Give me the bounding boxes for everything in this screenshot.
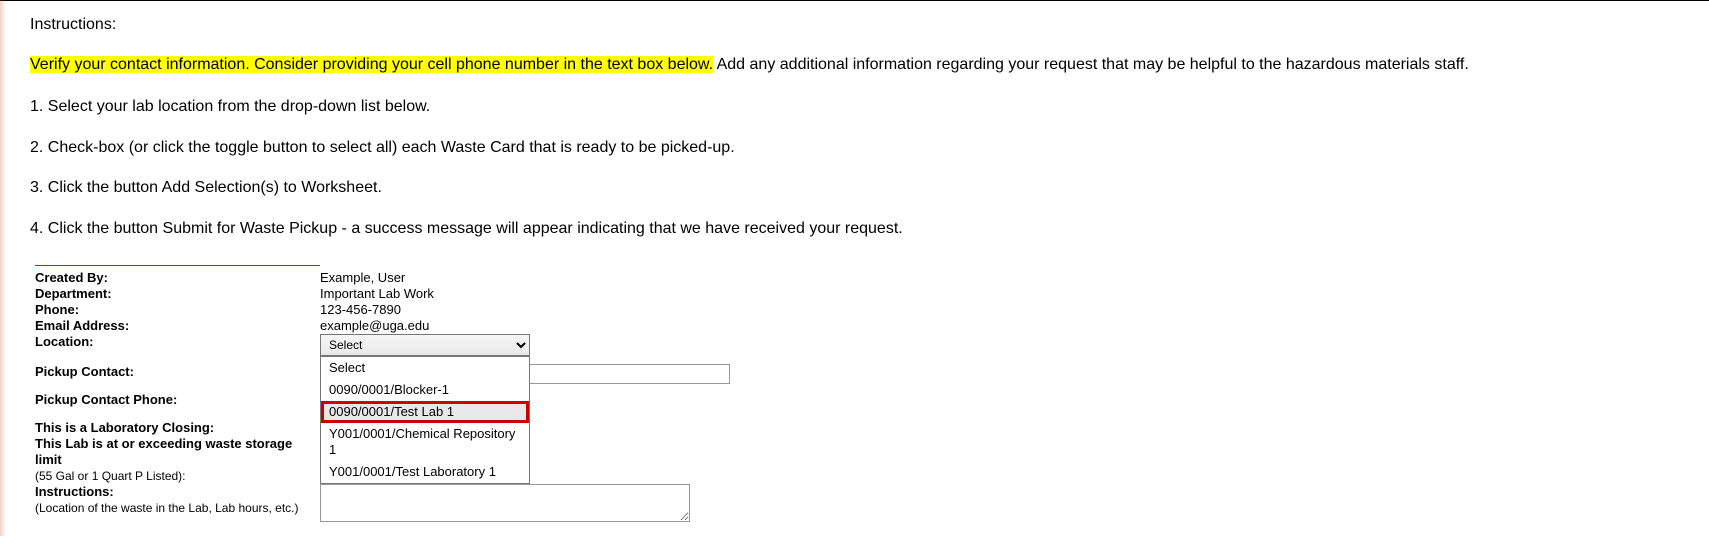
row-location: Location: Select Select 0090/0001/Blocke… <box>35 334 1679 356</box>
step-4: 4. Click the button Submit for Waste Pic… <box>30 218 1679 240</box>
location-select[interactable]: Select <box>320 334 530 356</box>
row-department: Department: Important Lab Work <box>35 286 1679 302</box>
label-pickup-phone: Pickup Contact Phone: <box>35 392 320 408</box>
row-instructions: Instructions: (Location of the waste in … <box>35 484 1679 526</box>
row-lab-closing: This is a Laboratory Closing: <box>35 420 1679 436</box>
label-storage-limit: This Lab is at or exceeding waste storag… <box>35 436 320 484</box>
location-option-select[interactable]: Select <box>321 357 529 379</box>
label-email: Email Address: <box>35 318 320 334</box>
instructions-header: Instructions: <box>30 16 1679 34</box>
row-pickup-contact: Pickup Contact: <box>35 364 1679 384</box>
label-storage-limit-main: This Lab is at or exceeding waste storag… <box>35 436 292 467</box>
label-instructions-sub: (Location of the waste in the Lab, Lab h… <box>35 501 299 515</box>
row-email: Email Address: example@uga.edu <box>35 318 1679 334</box>
step-1: 1. Select your lab location from the dro… <box>30 96 1679 118</box>
instructions-textarea[interactable] <box>320 484 690 522</box>
page-container: Instructions: Verify your contact inform… <box>0 0 1709 556</box>
red-divider <box>35 265 320 266</box>
row-created-by: Created By: Example, User <box>35 270 1679 286</box>
row-storage-limit: This Lab is at or exceeding waste storag… <box>35 436 1679 484</box>
location-option-test-laboratory[interactable]: Y001/0001/Test Laboratory 1 <box>321 461 529 483</box>
location-option-chemical-repo[interactable]: Y001/0001/Chemical Repository 1 <box>321 423 529 461</box>
intro-rest: Add any additional information regarding… <box>713 56 1469 73</box>
label-created-by: Created By: <box>35 270 320 286</box>
value-location: Select Select 0090/0001/Blocker-1 0090/0… <box>320 334 530 356</box>
label-location: Location: <box>35 334 320 350</box>
step-2: 2. Check-box (or click the toggle button… <box>30 137 1679 159</box>
intro-highlight: Verify your contact information. Conside… <box>30 56 713 73</box>
location-option-blocker[interactable]: 0090/0001/Blocker-1 <box>321 379 529 401</box>
value-created-by: Example, User <box>320 270 405 286</box>
row-pickup-phone: Pickup Contact Phone: <box>35 392 1679 412</box>
label-department: Department: <box>35 286 320 302</box>
value-instructions <box>320 484 690 526</box>
step-3: 3. Click the button Add Selection(s) to … <box>30 177 1679 199</box>
label-pickup-contact: Pickup Contact: <box>35 364 320 380</box>
label-storage-limit-sub: (55 Gal or 1 Quart P Listed): <box>35 469 186 483</box>
label-instructions-main: Instructions: <box>35 484 114 499</box>
row-phone: Phone: 123-456-7890 <box>35 302 1679 318</box>
intro-text: Verify your contact information. Conside… <box>30 54 1679 76</box>
label-phone: Phone: <box>35 302 320 318</box>
label-lab-closing: This is a Laboratory Closing: <box>35 420 320 436</box>
location-dropdown[interactable]: Select 0090/0001/Blocker-1 0090/0001/Tes… <box>320 356 530 484</box>
label-instructions: Instructions: (Location of the waste in … <box>35 484 320 516</box>
form-area: Created By: Example, User Department: Im… <box>30 265 1679 526</box>
location-option-test-lab-1[interactable]: 0090/0001/Test Lab 1 <box>321 401 529 423</box>
value-phone: 123-456-7890 <box>320 302 401 318</box>
value-department: Important Lab Work <box>320 286 434 302</box>
value-email: example@uga.edu <box>320 318 429 334</box>
